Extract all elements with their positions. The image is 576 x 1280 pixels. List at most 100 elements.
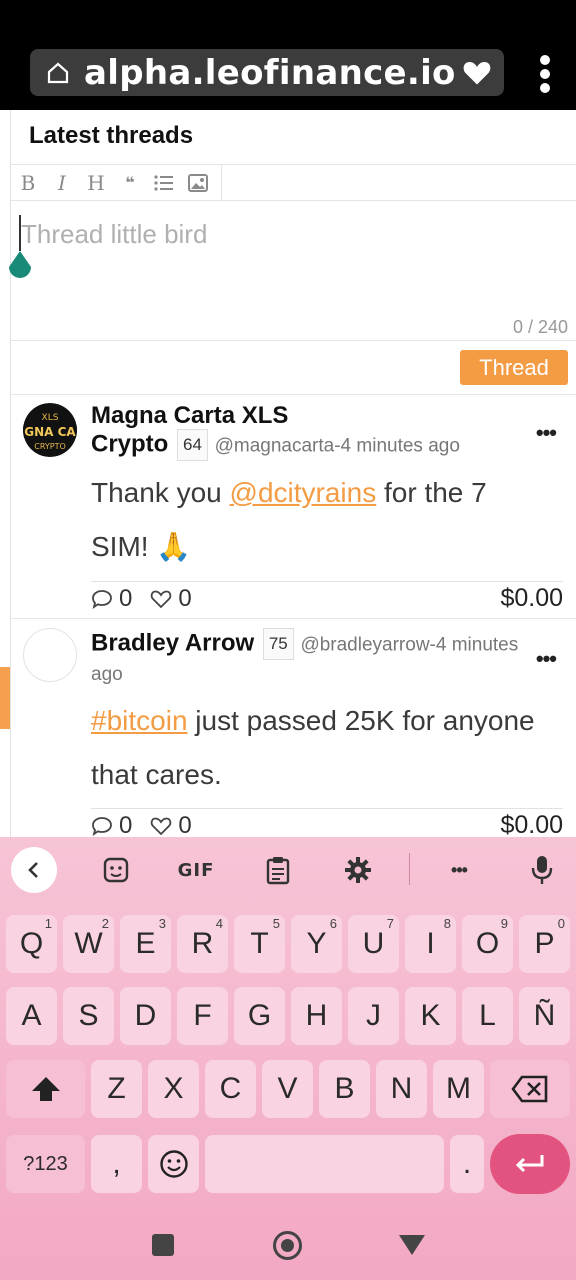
key-n[interactable]: N [376, 1060, 427, 1118]
key-h[interactable]: H [291, 987, 342, 1045]
key-b[interactable]: B [319, 1060, 370, 1118]
system-nav-bar [0, 1210, 576, 1280]
key-d[interactable]: D [120, 987, 171, 1045]
payout-amount: $0.00 [500, 811, 563, 837]
comma-key[interactable]: , [91, 1135, 142, 1193]
mic-button[interactable] [527, 855, 557, 885]
list-icon [154, 174, 173, 191]
toolbar-divider [409, 853, 410, 885]
toolbar-divider [221, 165, 222, 201]
symbols-key[interactable]: ?123 [6, 1135, 85, 1193]
handle-time-cont: ago [91, 664, 123, 685]
post-actions: 0 0 $0.00 [91, 808, 563, 837]
key-label: Y [306, 927, 327, 960]
key-label: U [362, 927, 385, 960]
clipboard-icon [266, 857, 290, 885]
key-t[interactable]: T5 [234, 915, 285, 973]
key-g[interactable]: G [234, 987, 285, 1045]
mention-link[interactable]: @dcityrains [230, 477, 377, 508]
more-vert-icon[interactable] [540, 55, 550, 93]
url-text[interactable]: alpha.leofinance.io/... [84, 53, 454, 93]
key-c[interactable]: C [205, 1060, 256, 1118]
list-button[interactable] [147, 165, 181, 201]
key-o[interactable]: O9 [462, 915, 513, 973]
like-button[interactable]: 0 [150, 812, 192, 837]
enter-key[interactable] [490, 1134, 570, 1194]
key-label: T [250, 927, 269, 960]
key-label: O [475, 927, 500, 960]
handle-time[interactable]: @magnacarta-4 minutes ago [215, 435, 460, 456]
thread-post: Bradley Arrow 75 @bradleyarrow-4 minutes… [11, 618, 576, 837]
key-s[interactable]: S [63, 987, 114, 1045]
comment-count: 0 [119, 811, 133, 838]
author-block: Bradley Arrow 75 @bradleyarrow-4 minutes… [91, 628, 541, 690]
thread-editor[interactable]: Thread little bird 0 / 240 [9, 201, 576, 341]
clipboard-button[interactable] [263, 855, 293, 885]
avatar[interactable]: XLS GNA CA CRYPTO [23, 403, 77, 457]
key-v[interactable]: V [262, 1060, 313, 1118]
image-icon [188, 173, 208, 192]
svg-text:XLS: XLS [42, 413, 59, 423]
cursor-handle[interactable] [5, 251, 35, 283]
key-a[interactable]: A [6, 987, 57, 1045]
settings-button[interactable] [343, 855, 373, 885]
backspace-key[interactable] [490, 1060, 570, 1118]
key-label: R [191, 927, 214, 960]
key-j[interactable]: J [348, 987, 399, 1045]
space-key[interactable] [205, 1135, 444, 1193]
key-q[interactable]: Q1 [6, 915, 57, 973]
gif-button[interactable]: GIF [176, 855, 216, 885]
keyboard-back-button[interactable] [11, 847, 57, 893]
key-e[interactable]: E3 [120, 915, 171, 973]
post-more-button[interactable]: ••• [536, 420, 557, 446]
recents-button[interactable] [152, 1234, 174, 1256]
key-l[interactable]: L [462, 987, 513, 1045]
author-name[interactable]: Magna Carta XLS [91, 403, 460, 429]
comment-button[interactable]: 0 [91, 585, 132, 613]
key-r[interactable]: R4 [177, 915, 228, 973]
handle-time[interactable]: @bradleyarrow-4 minutes [300, 634, 518, 655]
hashtag-link[interactable]: #bitcoin [91, 705, 188, 736]
key-k[interactable]: K [405, 987, 456, 1045]
back-button[interactable] [399, 1235, 425, 1255]
shift-key[interactable] [6, 1060, 85, 1118]
more-button[interactable]: ••• [444, 855, 474, 885]
payout-amount: $0.00 [500, 584, 563, 612]
key-hint: 4 [215, 916, 223, 931]
period-key[interactable]: . [450, 1135, 484, 1193]
home-button[interactable] [273, 1231, 302, 1260]
key-x[interactable]: X [148, 1060, 199, 1118]
emoji-key[interactable] [148, 1135, 199, 1193]
avatar[interactable] [23, 628, 77, 682]
key-z[interactable]: Z [91, 1060, 142, 1118]
heading-button[interactable]: H [79, 165, 113, 201]
key-p[interactable]: P0 [519, 915, 570, 973]
key-f[interactable]: F [177, 987, 228, 1045]
key-m[interactable]: M [433, 1060, 484, 1118]
home-icon[interactable] [46, 61, 70, 85]
text-cursor [19, 215, 21, 251]
italic-button[interactable]: I [45, 165, 79, 201]
image-button[interactable] [181, 165, 215, 201]
key-ñ[interactable]: Ñ [519, 987, 570, 1045]
key-i[interactable]: I8 [405, 915, 456, 973]
url-bar[interactable]: alpha.leofinance.io/... [30, 49, 504, 96]
like-button[interactable]: 0 [150, 585, 192, 613]
thread-submit-button[interactable]: Thread [460, 350, 568, 385]
post-more-button[interactable]: ••• [536, 646, 557, 672]
quote-button[interactable]: ❝ [113, 165, 147, 201]
key-label: P [534, 927, 555, 960]
sticker-icon [103, 857, 129, 883]
author-name-cont[interactable]: Crypto [91, 430, 168, 457]
key-u[interactable]: U7 [348, 915, 399, 973]
key-y[interactable]: Y6 [291, 915, 342, 973]
comment-button[interactable]: 0 [91, 811, 133, 838]
heart-icon[interactable] [462, 58, 492, 86]
browser-toolbar: alpha.leofinance.io/... [0, 0, 576, 110]
heading-icon: H [87, 170, 105, 195]
backspace-icon [511, 1075, 548, 1103]
sticker-button[interactable] [101, 855, 131, 885]
key-w[interactable]: W2 [63, 915, 114, 973]
bold-button[interactable]: B [11, 165, 45, 201]
author-name[interactable]: Bradley Arrow [91, 629, 254, 656]
